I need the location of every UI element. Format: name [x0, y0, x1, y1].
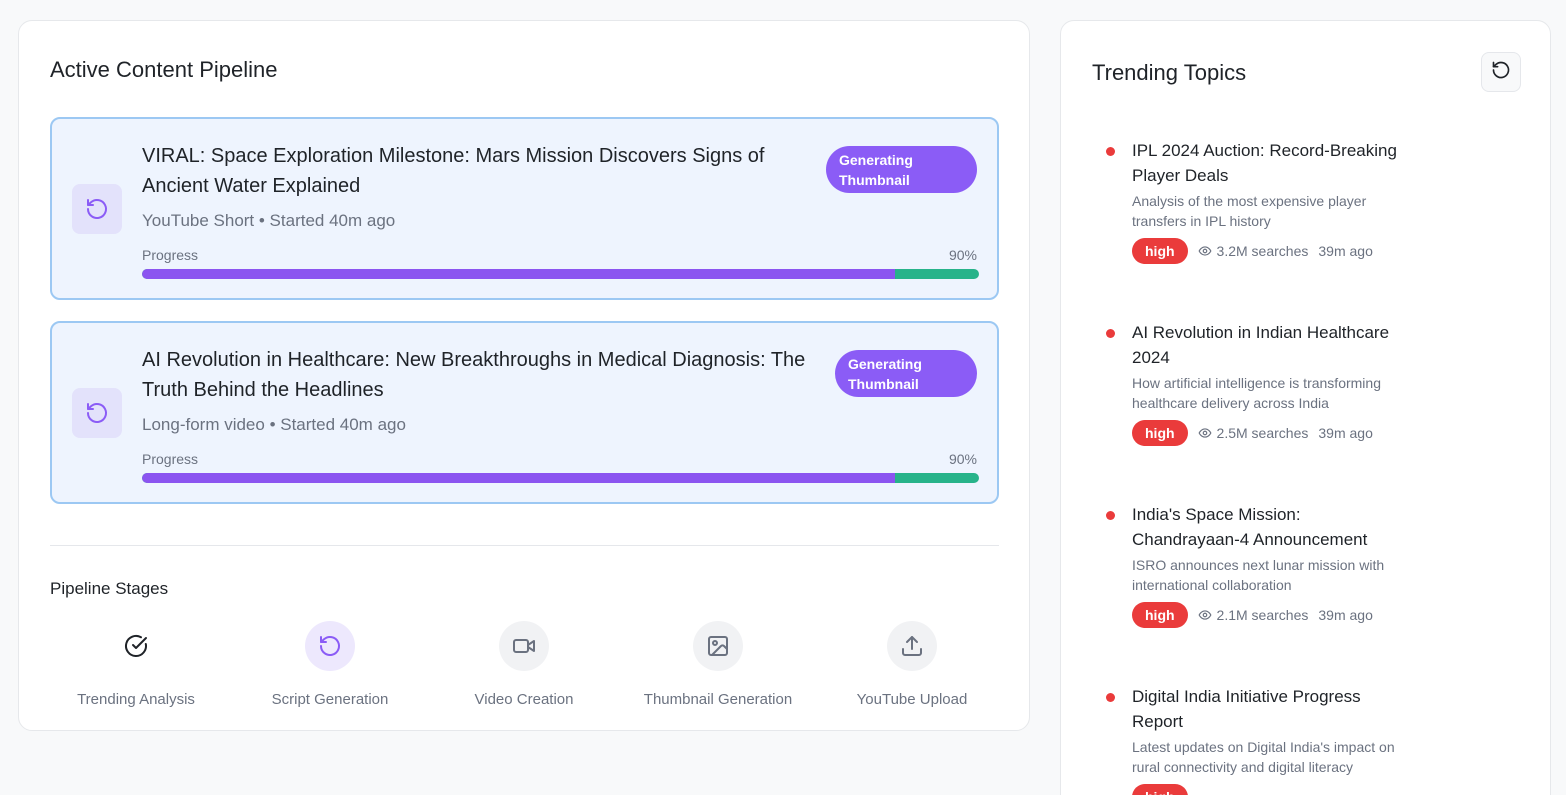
- priority-badge: high: [1132, 602, 1188, 628]
- time-ago: 39m ago: [1318, 607, 1373, 623]
- topic-title: India's Space Mission: Chandrayaan-4 Ann…: [1132, 505, 1368, 549]
- progress-value: 90%: [948, 247, 977, 263]
- stage-youtube-upload: YouTube Upload: [822, 621, 1002, 708]
- time-ago: 39m ago: [1318, 243, 1373, 259]
- topic-dot: [1106, 511, 1115, 520]
- job-meta: Long-form video • Started 40m ago: [142, 415, 406, 434]
- stage-label: Thumbnail Generation: [643, 691, 793, 708]
- stage-label: Script Generation: [271, 691, 389, 708]
- topic-title: Digital India Initiative Progress Report: [1132, 687, 1361, 731]
- topic-title: AI Revolution in Indian Healthcare 2024: [1132, 323, 1390, 367]
- job-title: AI Revolution in Healthcare: New Breakth…: [142, 349, 806, 401]
- stage-label: Video Creation: [474, 691, 574, 708]
- priority-badge: high: [1132, 784, 1188, 795]
- status-badge: Generating Thumbnail: [835, 350, 977, 397]
- topic-title: IPL 2024 Auction: Record-Breaking Player…: [1132, 141, 1397, 185]
- priority-badge: high: [1132, 420, 1188, 446]
- refresh-icon: [305, 621, 355, 671]
- active-content-pipeline-card: Active Content Pipeline VIRAL: Space Exp…: [18, 20, 1030, 731]
- stage-video-creation: Video Creation: [434, 621, 614, 708]
- eye-icon: [1198, 608, 1212, 622]
- trending-topics-card: Trending Topics IPL 2024 Auction: Record…: [1060, 20, 1551, 795]
- eye-icon: [1198, 426, 1212, 440]
- search-count: 2.5M searches: [1216, 425, 1309, 441]
- refresh-button[interactable]: [1481, 52, 1521, 92]
- refresh-icon: [1491, 60, 1511, 85]
- progress-bar: [142, 473, 979, 483]
- priority-badge: high: [1132, 238, 1188, 264]
- stage-trending-analysis: Trending Analysis: [46, 621, 226, 708]
- pipeline-stages-title: Pipeline Stages: [50, 579, 169, 598]
- stage-thumbnail-generation: Thumbnail Generation: [628, 621, 808, 708]
- topic-description: ISRO announces next lunar mission with i…: [1132, 557, 1385, 593]
- topic-dot: [1106, 147, 1115, 156]
- video-camera-icon: [499, 621, 549, 671]
- time-ago: 39m ago: [1318, 425, 1373, 441]
- topic-description: Analysis of the most expensive player tr…: [1132, 193, 1367, 229]
- progress-fill: [142, 269, 896, 279]
- job-title: VIRAL: Space Exploration Milestone: Mars…: [142, 145, 765, 197]
- job-meta: YouTube Short • Started 40m ago: [142, 211, 396, 230]
- trending-title: Trending Topics: [1092, 60, 1247, 85]
- progress-value: 90%: [948, 451, 977, 467]
- pipeline-job[interactable]: AI Revolution in Healthcare: New Breakth…: [50, 321, 999, 504]
- search-count: 2.1M searches: [1216, 607, 1309, 623]
- refresh-icon: [72, 184, 122, 234]
- topic-stats: high 3.2M searches 39m ago: [1132, 238, 1373, 264]
- progress-fill: [142, 473, 896, 483]
- upload-icon: [887, 621, 937, 671]
- refresh-icon: [72, 388, 122, 438]
- topic-dot: [1106, 329, 1115, 338]
- eye-icon: [1198, 244, 1212, 258]
- image-icon: [693, 621, 743, 671]
- check-circle-icon: [111, 621, 161, 671]
- pipeline-title: Active Content Pipeline: [50, 57, 278, 82]
- search-count: 3.2M searches: [1216, 243, 1309, 259]
- topic-description: Latest updates on Digital India's impact…: [1132, 739, 1395, 775]
- progress-bar: [142, 269, 979, 279]
- status-badge: Generating Thumbnail: [826, 146, 977, 193]
- progress-label: Progress: [142, 247, 199, 263]
- pipeline-job[interactable]: VIRAL: Space Exploration Milestone: Mars…: [50, 117, 999, 300]
- progress-label: Progress: [142, 451, 199, 467]
- topic-dot: [1106, 693, 1115, 702]
- stage-script-generation: Script Generation: [240, 621, 420, 708]
- stage-label: YouTube Upload: [856, 691, 968, 708]
- topic-stats: high 2.5M searches 39m ago: [1132, 420, 1373, 446]
- topic-description: How artificial intelligence is transform…: [1132, 375, 1381, 411]
- divider: [50, 545, 999, 546]
- topic-stats: high 2.1M searches 39m ago: [1132, 602, 1373, 628]
- topic-stats: high: [1132, 784, 1188, 795]
- stage-label: Trending Analysis: [77, 691, 195, 708]
